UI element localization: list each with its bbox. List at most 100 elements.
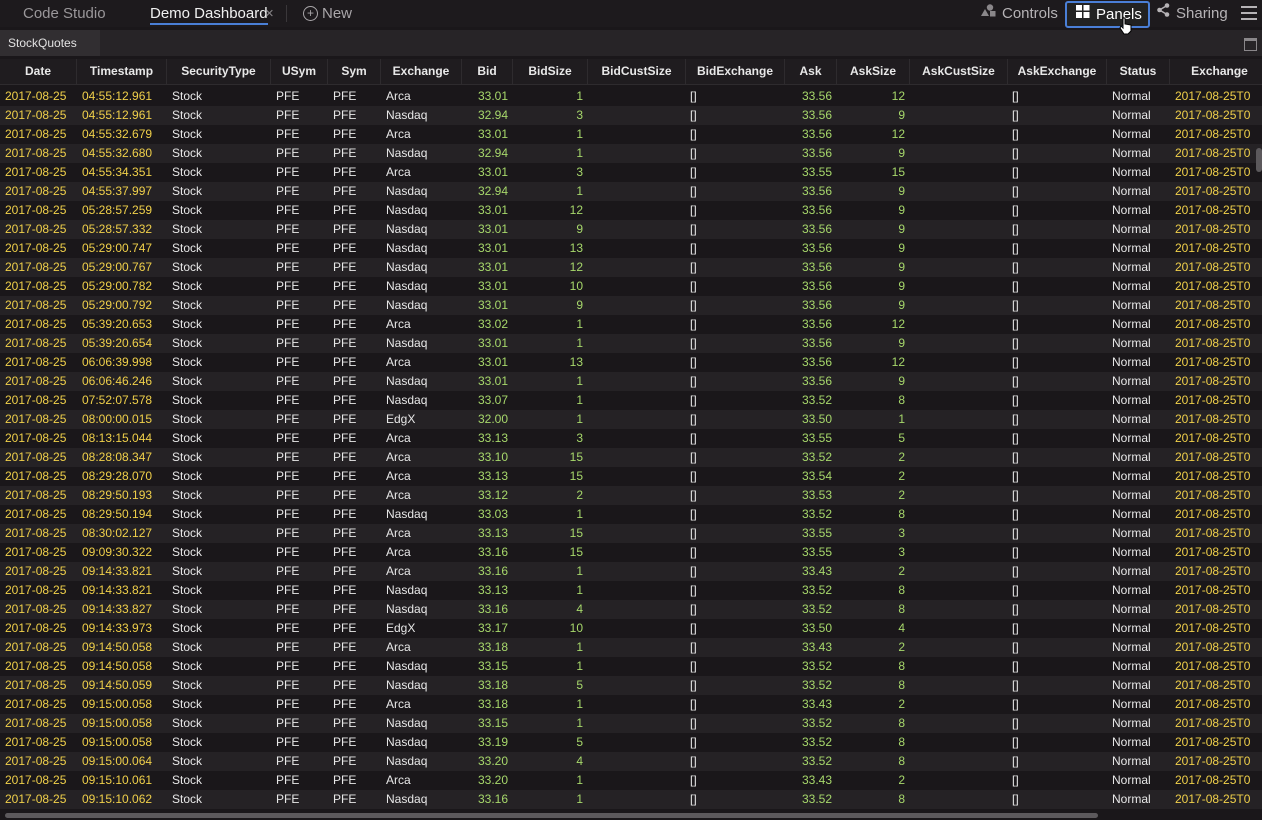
table-cell: []	[1012, 355, 1019, 369]
table-row[interactable]: 2017-08-25 09:14:50.058 Stock PFE PFE Nasdaq 3…	[0, 657, 1262, 676]
table-row[interactable]: 2017-08-25 04:55:37.997 Stock PFE PFE Nasdaq 3…	[0, 182, 1262, 201]
table-cell: 05:29:00.767	[82, 260, 153, 274]
column-header[interactable]: Bid	[462, 59, 513, 84]
table-cell: 2017-08-25	[5, 469, 67, 483]
table-row[interactable]: 2017-08-25 07:52:07.578 Stock PFE PFE Nasdaq 3…	[0, 391, 1262, 410]
table-cell: 33.56	[801, 89, 832, 103]
table-cell: Normal	[1112, 108, 1151, 122]
sharing-button[interactable]: Sharing	[1157, 2, 1228, 25]
table-cell: 2	[576, 488, 583, 502]
table-row[interactable]: 2017-08-25 04:55:32.680 Stock PFE PFE Nasdaq 3…	[0, 144, 1262, 163]
controls-button[interactable]: Controls	[981, 2, 1058, 25]
column-header[interactable]: Timestamp	[77, 59, 167, 84]
table-row[interactable]: 2017-08-25 05:28:57.332 Stock PFE PFE Nasdaq 3…	[0, 220, 1262, 239]
vertical-scrollbar-thumb[interactable]	[1256, 148, 1262, 172]
table-row[interactable]: 2017-08-25 08:29:50.194 Stock PFE PFE Nasdaq 3…	[0, 505, 1262, 524]
table-cell: []	[1012, 773, 1019, 787]
table-cell: 2017-08-25T0	[1175, 754, 1251, 768]
table-cell: Stock	[172, 374, 203, 388]
column-header[interactable]: Exchange	[381, 59, 462, 84]
table-row[interactable]: 2017-08-25 08:00:00.015 Stock PFE PFE EdgX 32.…	[0, 410, 1262, 429]
column-header[interactable]: Sym	[328, 59, 381, 84]
column-header[interactable]: BidSize	[513, 59, 588, 84]
table-row[interactable]: 2017-08-25 05:29:00.747 Stock PFE PFE Nasdaq 3…	[0, 239, 1262, 258]
panels-button[interactable]: Panels	[1065, 1, 1150, 28]
table-cell: PFE	[276, 773, 300, 787]
table-cell: 09:15:00.058	[82, 716, 153, 730]
table-row[interactable]: 2017-08-25 09:14:33.821 Stock PFE PFE Arca 33.…	[0, 562, 1262, 581]
table-cell: 2017-08-25T0	[1175, 792, 1251, 806]
column-header[interactable]: Date	[0, 59, 77, 84]
table-cell: 15	[569, 450, 583, 464]
table-row[interactable]: 2017-08-25 05:28:57.259 Stock PFE PFE Nasdaq 3…	[0, 201, 1262, 220]
table-row[interactable]: 2017-08-25 09:15:00.058 Stock PFE PFE Nasdaq 3…	[0, 714, 1262, 733]
column-header[interactable]: BidCustSize	[588, 59, 686, 84]
table-row[interactable]: 2017-08-25 09:14:33.821 Stock PFE PFE Nasdaq 3…	[0, 581, 1262, 600]
table-cell: 33.54	[801, 469, 832, 483]
column-header[interactable]: USym	[271, 59, 328, 84]
table-row[interactable]: 2017-08-25 08:29:50.193 Stock PFE PFE Arca 33.…	[0, 486, 1262, 505]
table-cell: 33.10	[477, 450, 508, 464]
stock-quotes-grid[interactable]: Date Timestamp SecurityType USym Sym Exchange…	[0, 59, 1262, 811]
table-row[interactable]: 2017-08-25 05:29:00.767 Stock PFE PFE Nasdaq 3…	[0, 258, 1262, 277]
table-row[interactable]: 2017-08-25 05:29:00.792 Stock PFE PFE Nasdaq 3…	[0, 296, 1262, 315]
new-tab-button[interactable]: + New	[303, 0, 352, 27]
column-header[interactable]: Status	[1107, 59, 1170, 84]
horizontal-scrollbar-thumb[interactable]	[5, 813, 1098, 818]
table-cell: 2017-08-25	[5, 488, 67, 502]
table-row[interactable]: 2017-08-25 09:14:50.058 Stock PFE PFE Arca 33.…	[0, 638, 1262, 657]
table-row[interactable]: 2017-08-25 04:55:12.961 Stock PFE PFE Arca 33.…	[0, 87, 1262, 106]
table-cell: 2017-08-25T0	[1175, 241, 1251, 255]
tab-demo-dashboard[interactable]: Demo Dashboard	[150, 0, 268, 27]
hamburger-menu-icon[interactable]	[1241, 2, 1259, 25]
table-row[interactable]: 2017-08-25 09:15:10.061 Stock PFE PFE Arca 33.…	[0, 771, 1262, 790]
table-row[interactable]: 2017-08-25 08:13:15.044 Stock PFE PFE Arca 33.…	[0, 429, 1262, 448]
table-row[interactable]: 2017-08-25 09:14:33.827 Stock PFE PFE Nasdaq 3…	[0, 600, 1262, 619]
column-header[interactable]: SecurityType	[167, 59, 271, 84]
table-row[interactable]: 2017-08-25 05:39:20.653 Stock PFE PFE Arca 33.…	[0, 315, 1262, 334]
table-row[interactable]: 2017-08-25 09:15:00.064 Stock PFE PFE Nasdaq 3…	[0, 752, 1262, 771]
table-row[interactable]: 2017-08-25 08:29:28.070 Stock PFE PFE Arca 33.…	[0, 467, 1262, 486]
table-cell: PFE	[333, 773, 357, 787]
panel-tab-stockquotes[interactable]: StockQuotes	[0, 30, 100, 56]
table-row[interactable]: 2017-08-25 09:09:30.322 Stock PFE PFE Arca 33.…	[0, 543, 1262, 562]
column-header[interactable]: AskCustSize	[910, 59, 1008, 84]
table-cell: 2017-08-25	[5, 146, 67, 160]
table-cell: EdgX	[386, 412, 416, 426]
maximize-panel-icon[interactable]	[1244, 38, 1257, 51]
table-cell: Normal	[1112, 602, 1151, 616]
table-row[interactable]: 2017-08-25 09:15:00.058 Stock PFE PFE Nasdaq 3…	[0, 733, 1262, 752]
table-row[interactable]: 2017-08-25 08:30:02.127 Stock PFE PFE Arca 33.…	[0, 524, 1262, 543]
table-row[interactable]: 2017-08-25 04:55:32.679 Stock PFE PFE Arca 33.…	[0, 125, 1262, 144]
table-cell: []	[690, 241, 697, 255]
table-row[interactable]: 2017-08-25 09:14:50.059 Stock PFE PFE Nasdaq 3…	[0, 676, 1262, 695]
table-cell: Stock	[172, 450, 203, 464]
table-row[interactable]: 2017-08-25 06:06:46.246 Stock PFE PFE Nasdaq 3…	[0, 372, 1262, 391]
column-header[interactable]: Ask	[785, 59, 837, 84]
horizontal-scrollbar[interactable]	[0, 811, 1262, 820]
table-cell: Arca	[386, 488, 411, 502]
column-header[interactable]: Exchange	[1170, 59, 1262, 84]
table-cell: Arca	[386, 317, 411, 331]
table-row[interactable]: 2017-08-25 05:29:00.782 Stock PFE PFE Nasdaq 3…	[0, 277, 1262, 296]
table-row[interactable]: 2017-08-25 06:06:39.998 Stock PFE PFE Arca 33.…	[0, 353, 1262, 372]
table-cell: 05:29:00.747	[82, 241, 153, 255]
column-header[interactable]: AskExchange	[1008, 59, 1107, 84]
table-row[interactable]: 2017-08-25 04:55:12.961 Stock PFE PFE Nasdaq 3…	[0, 106, 1262, 125]
column-header[interactable]: BidExchange	[686, 59, 785, 84]
table-row[interactable]: 2017-08-25 04:55:34.351 Stock PFE PFE Arca 33.…	[0, 163, 1262, 182]
table-row[interactable]: 2017-08-25 09:15:10.062 Stock PFE PFE Nasdaq 3…	[0, 790, 1262, 809]
table-cell: 2	[898, 773, 905, 787]
tab-code-studio[interactable]: Code Studio	[23, 0, 106, 27]
table-row[interactable]: 2017-08-25 08:28:08.347 Stock PFE PFE Arca 33.…	[0, 448, 1262, 467]
table-row[interactable]: 2017-08-25 09:15:00.058 Stock PFE PFE Arca 33.…	[0, 695, 1262, 714]
table-row[interactable]: 2017-08-25 09:14:33.973 Stock PFE PFE EdgX 33.…	[0, 619, 1262, 638]
table-cell: PFE	[333, 621, 357, 635]
close-tab-icon[interactable]: ×	[265, 0, 274, 27]
table-cell: 2017-08-25T0	[1175, 374, 1251, 388]
table-row[interactable]: 2017-08-25 05:39:20.654 Stock PFE PFE Nasdaq 3…	[0, 334, 1262, 353]
column-header[interactable]: AskSize	[837, 59, 910, 84]
table-cell: []	[690, 450, 697, 464]
table-cell: Arca	[386, 355, 411, 369]
table-cell: 1	[576, 336, 583, 350]
